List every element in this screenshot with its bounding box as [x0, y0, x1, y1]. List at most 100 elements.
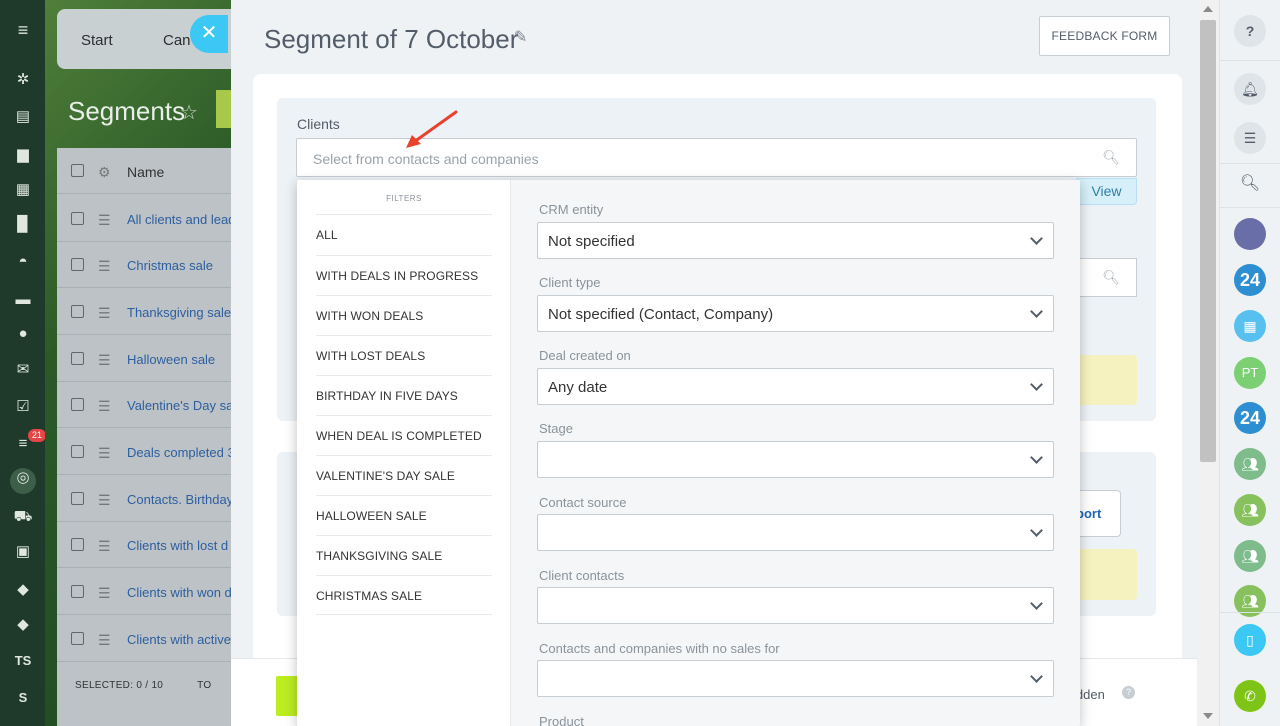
- menu-icon[interactable]: ≡: [13, 20, 33, 40]
- chat-icon[interactable]: ▆: [13, 145, 33, 165]
- stage-select[interactable]: [537, 441, 1054, 478]
- bitrix24-chat-icon[interactable]: 24: [1234, 402, 1266, 434]
- close-slider-button[interactable]: ✕: [190, 15, 228, 53]
- group-chat-icon[interactable]: 👥︎: [1234, 494, 1266, 526]
- feed-icon[interactable]: ▤: [13, 107, 33, 127]
- list-item[interactable]: ☰ All clients and lead: [57, 196, 237, 242]
- list-item[interactable]: ☰ Halloween sale: [57, 336, 237, 382]
- view-button[interactable]: View: [1076, 178, 1137, 205]
- row-link[interactable]: Halloween sale: [127, 352, 231, 367]
- filter-item[interactable]: WITH LOST DEALS: [316, 335, 492, 375]
- save-button[interactable]: [276, 676, 298, 716]
- help-icon[interactable]: ?: [1234, 15, 1266, 47]
- row-link[interactable]: Deals completed 3: [127, 445, 231, 460]
- robot-icon[interactable]: ◓: [13, 252, 33, 272]
- bitrix24-chat-icon[interactable]: 24: [1234, 264, 1266, 296]
- scroll-down-icon[interactable]: [1203, 713, 1213, 719]
- scroll-thumb[interactable]: [1200, 20, 1216, 462]
- filter-item[interactable]: WITH DEALS IN PROGRESS: [316, 255, 492, 295]
- deal-created-select[interactable]: Any date: [537, 368, 1054, 405]
- list-item[interactable]: ☰ Deals completed 3: [57, 429, 237, 475]
- page-scrollbar[interactable]: [1197, 0, 1219, 726]
- avatar[interactable]: [1234, 218, 1266, 250]
- tab-start[interactable]: Start: [81, 32, 113, 49]
- chat-bubble-icon[interactable]: ☰: [1234, 122, 1266, 154]
- drag-handle-icon[interactable]: ☰: [98, 258, 111, 275]
- search-icon[interactable]: 🔍︎: [1102, 269, 1120, 286]
- row-link[interactable]: Clients with active: [127, 632, 231, 647]
- row-link[interactable]: Christmas sale: [127, 258, 231, 273]
- row-link[interactable]: Clients with lost d: [127, 538, 231, 553]
- row-checkbox[interactable]: [71, 212, 84, 225]
- contact-card-icon[interactable]: ▣: [13, 542, 33, 562]
- list-item[interactable]: ☰ Christmas sale: [57, 242, 237, 288]
- scroll-up-icon[interactable]: [1203, 6, 1213, 12]
- drag-handle-icon[interactable]: ☰: [98, 212, 111, 229]
- cube-icon[interactable]: ◆: [13, 615, 33, 635]
- list-item[interactable]: ☰ Clients with lost d: [57, 522, 237, 568]
- drag-handle-icon[interactable]: ☰: [98, 585, 111, 602]
- edit-title-icon[interactable]: ✎: [514, 27, 527, 47]
- export-button[interactable]: port: [1076, 490, 1121, 537]
- row-link[interactable]: Thanksgiving sale: [127, 305, 231, 320]
- tasks-icon[interactable]: ☑: [13, 397, 33, 417]
- mobile-app-icon[interactable]: ▯: [1234, 624, 1266, 656]
- drag-handle-icon[interactable]: ☰: [98, 305, 111, 322]
- row-link[interactable]: All clients and lead: [127, 212, 231, 227]
- contact-source-select[interactable]: [537, 514, 1054, 551]
- list-item[interactable]: ☰ Thanksgiving sale: [57, 289, 237, 335]
- avatar-pt[interactable]: PT: [1234, 357, 1266, 389]
- select-all-checkbox[interactable]: [71, 164, 84, 177]
- group-chat-icon[interactable]: 👥︎: [1234, 540, 1266, 572]
- settings-gear-icon[interactable]: ⚙: [98, 164, 111, 181]
- star-icon[interactable]: ☆: [180, 100, 198, 125]
- group-chat-icon[interactable]: 👥︎: [1234, 448, 1266, 480]
- row-checkbox[interactable]: [71, 585, 84, 598]
- documents-icon[interactable]: ▉: [13, 215, 33, 235]
- calendar-icon[interactable]: ▦: [1234, 310, 1266, 342]
- drag-handle-icon[interactable]: ☰: [98, 445, 111, 462]
- box-icon[interactable]: ◆: [13, 580, 33, 600]
- filter-item[interactable]: BIRTHDAY IN FIVE DAYS: [316, 375, 492, 415]
- feedback-form-button[interactable]: FEEDBACK FORM: [1039, 16, 1170, 56]
- drag-handle-icon[interactable]: ☰: [98, 632, 111, 649]
- list-item[interactable]: ☰ Contacts. Birthday: [57, 476, 237, 522]
- row-checkbox[interactable]: [71, 398, 84, 411]
- search-icon[interactable]: 🔍︎: [1234, 168, 1266, 200]
- row-link[interactable]: Contacts. Birthday: [127, 492, 231, 507]
- row-checkbox[interactable]: [71, 492, 84, 505]
- crm-entity-select[interactable]: Not specified: [537, 222, 1054, 259]
- row-checkbox[interactable]: [71, 538, 84, 551]
- row-checkbox[interactable]: [71, 445, 84, 458]
- filter-item[interactable]: CHRISTMAS SALE: [316, 575, 492, 615]
- row-checkbox[interactable]: [71, 305, 84, 318]
- target-icon[interactable]: ◎: [10, 468, 36, 494]
- exclude-search-input[interactable]: 🔍︎: [1076, 258, 1137, 297]
- filter-item[interactable]: WITH WON DEALS: [316, 295, 492, 335]
- activity-icon[interactable]: ✲: [13, 70, 33, 90]
- no-sales-select[interactable]: [537, 660, 1054, 697]
- drag-handle-icon[interactable]: ☰: [98, 398, 111, 415]
- filter-item-all[interactable]: ALL: [316, 214, 492, 254]
- row-link[interactable]: Valentine's Day sa: [127, 398, 231, 413]
- client-type-select[interactable]: Not specified (Contact, Company): [537, 295, 1054, 332]
- search-icon[interactable]: 🔍︎: [1102, 149, 1120, 166]
- list-item[interactable]: ☰ Clients with won d: [57, 569, 237, 615]
- phone-icon[interactable]: ✆: [1234, 680, 1266, 712]
- filter-item[interactable]: VALENTINE'S DAY SALE: [316, 455, 492, 495]
- filter-item[interactable]: HALLOWEEN SALE: [316, 495, 492, 535]
- nav-item-ts[interactable]: TS: [13, 651, 33, 671]
- drive-icon[interactable]: ▬: [13, 290, 33, 310]
- drag-handle-icon[interactable]: ☰: [98, 352, 111, 369]
- filter-item[interactable]: THANKSGIVING SALE: [316, 535, 492, 575]
- list-item[interactable]: ☰ Clients with active: [57, 616, 237, 662]
- help-icon[interactable]: ?: [1122, 686, 1135, 699]
- cart-icon[interactable]: ⛟: [13, 507, 33, 527]
- mail-icon[interactable]: ✉: [13, 360, 33, 380]
- tab-can[interactable]: Can: [163, 32, 191, 49]
- row-link[interactable]: Clients with won d: [127, 585, 231, 600]
- bell-icon[interactable]: 🔔︎: [1234, 73, 1266, 105]
- nav-item-s[interactable]: S: [13, 688, 33, 708]
- row-checkbox[interactable]: [71, 352, 84, 365]
- filter-item[interactable]: WHEN DEAL IS COMPLETED: [316, 415, 492, 455]
